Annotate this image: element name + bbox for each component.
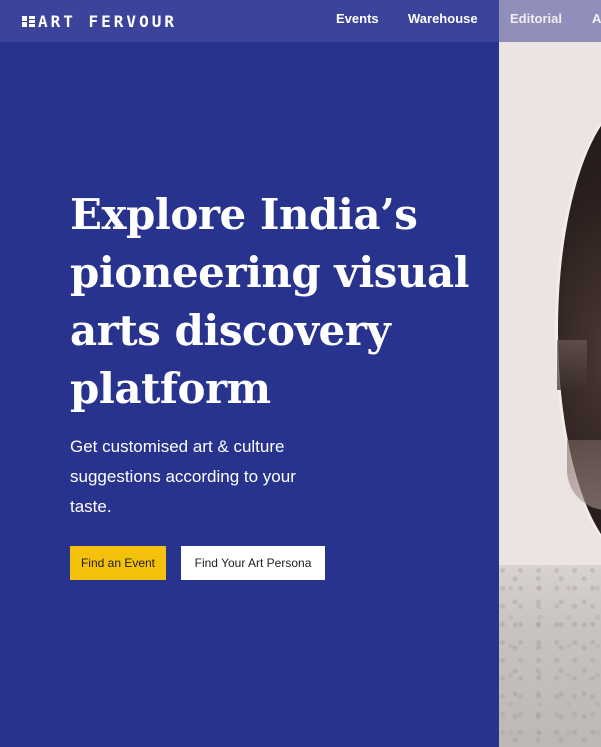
hero-title: Explore India’s pioneering visual arts d… (70, 190, 470, 413)
logo-text: ART FERVOUR (38, 11, 177, 31)
logo-icon (22, 15, 35, 28)
hero-subtitle: Get customised art & culture suggestions… (70, 437, 296, 516)
gallery-interior-light (557, 340, 587, 390)
nav-item-truncated[interactable]: A (592, 11, 601, 26)
nav-item-editorial[interactable]: Editorial (510, 11, 562, 26)
hero-image (499, 0, 601, 747)
find-art-persona-button[interactable]: Find Your Art Persona (181, 546, 325, 580)
top-navbar: ART FERVOUR Events Warehouse Editorial A (0, 0, 601, 42)
nav-item-events[interactable]: Events (336, 11, 379, 26)
nav-item-warehouse[interactable]: Warehouse (408, 11, 478, 26)
page: ART FERVOUR Events Warehouse Editorial A… (0, 0, 601, 747)
find-event-button[interactable]: Find an Event (70, 546, 166, 580)
brand-logo[interactable]: ART FERVOUR (22, 10, 177, 32)
gallery-floor-texture (499, 565, 601, 747)
gallery-interior-floor (567, 440, 601, 510)
